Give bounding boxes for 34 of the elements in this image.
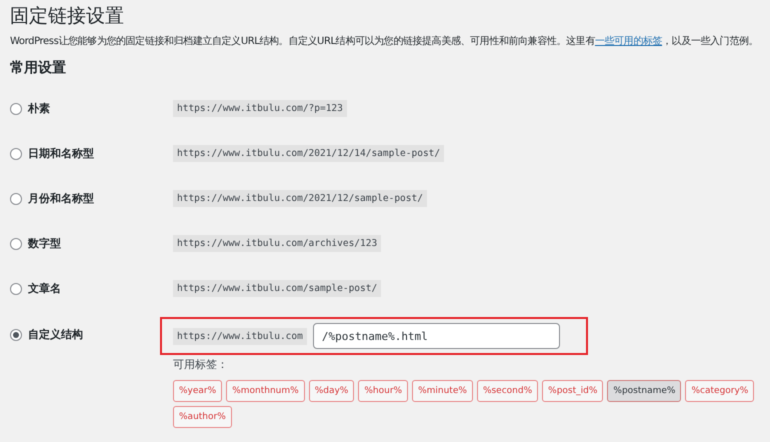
option-label: 日期和名称型 <box>28 146 94 161</box>
tag-button[interactable]: %author% <box>173 406 232 428</box>
radio-button[interactable] <box>10 192 22 204</box>
radio-button[interactable] <box>10 238 22 250</box>
tag-button[interactable]: %monthnum% <box>226 380 305 402</box>
tag-button[interactable]: %minute% <box>412 380 473 402</box>
section-title: 常用设置 <box>10 59 67 78</box>
radio-button[interactable] <box>10 328 22 340</box>
structure-input[interactable]: /%postname%.html <box>312 323 560 349</box>
radio-button[interactable] <box>10 148 22 160</box>
base-url: https://www.itbulu.com <box>173 328 307 344</box>
example-url: https://www.itbulu.com/?p=123 <box>173 100 347 117</box>
tag-button[interactable]: %second% <box>476 380 538 402</box>
radio-button[interactable] <box>10 102 22 114</box>
example-url: https://www.itbulu.com/2021/12/14/sample-post/ <box>173 145 444 162</box>
example-url: https://www.itbulu.com/sample-post/ <box>173 280 382 297</box>
tag-button[interactable]: %postname% <box>607 380 682 402</box>
option-label: 数字型 <box>28 236 61 251</box>
option-label: 月份和名称型 <box>28 191 94 206</box>
example-url: https://www.itbulu.com/2021/12/sample-post/ <box>173 190 427 207</box>
tag-button[interactable]: %year% <box>173 380 222 402</box>
option-label: 朴素 <box>28 101 50 116</box>
tag-button[interactable]: %post_id% <box>542 380 604 402</box>
page-title: 固定链接设置 <box>10 4 125 28</box>
tag-button[interactable]: %category% <box>685 380 754 402</box>
radio-button[interactable] <box>10 282 22 294</box>
tags-label: 可用标签： <box>173 357 229 372</box>
option-label: 文章名 <box>28 281 61 296</box>
description-text: WordPress让您能够为您的固定链接和归档建立自定义URL结构。自定义URL结构可以为您的链接提高美感、可用性和前向兼容性。这里有一些可用的标签，以及一些入门范例。 <box>10 34 758 49</box>
option-label: 自定义结构 <box>28 327 83 342</box>
tag-button[interactable]: %day% <box>308 380 354 402</box>
example-url: https://www.itbulu.com/archives/123 <box>173 235 382 252</box>
tags-link[interactable]: 一些可用的标签 <box>594 36 662 47</box>
tag-button[interactable]: %hour% <box>358 380 408 402</box>
